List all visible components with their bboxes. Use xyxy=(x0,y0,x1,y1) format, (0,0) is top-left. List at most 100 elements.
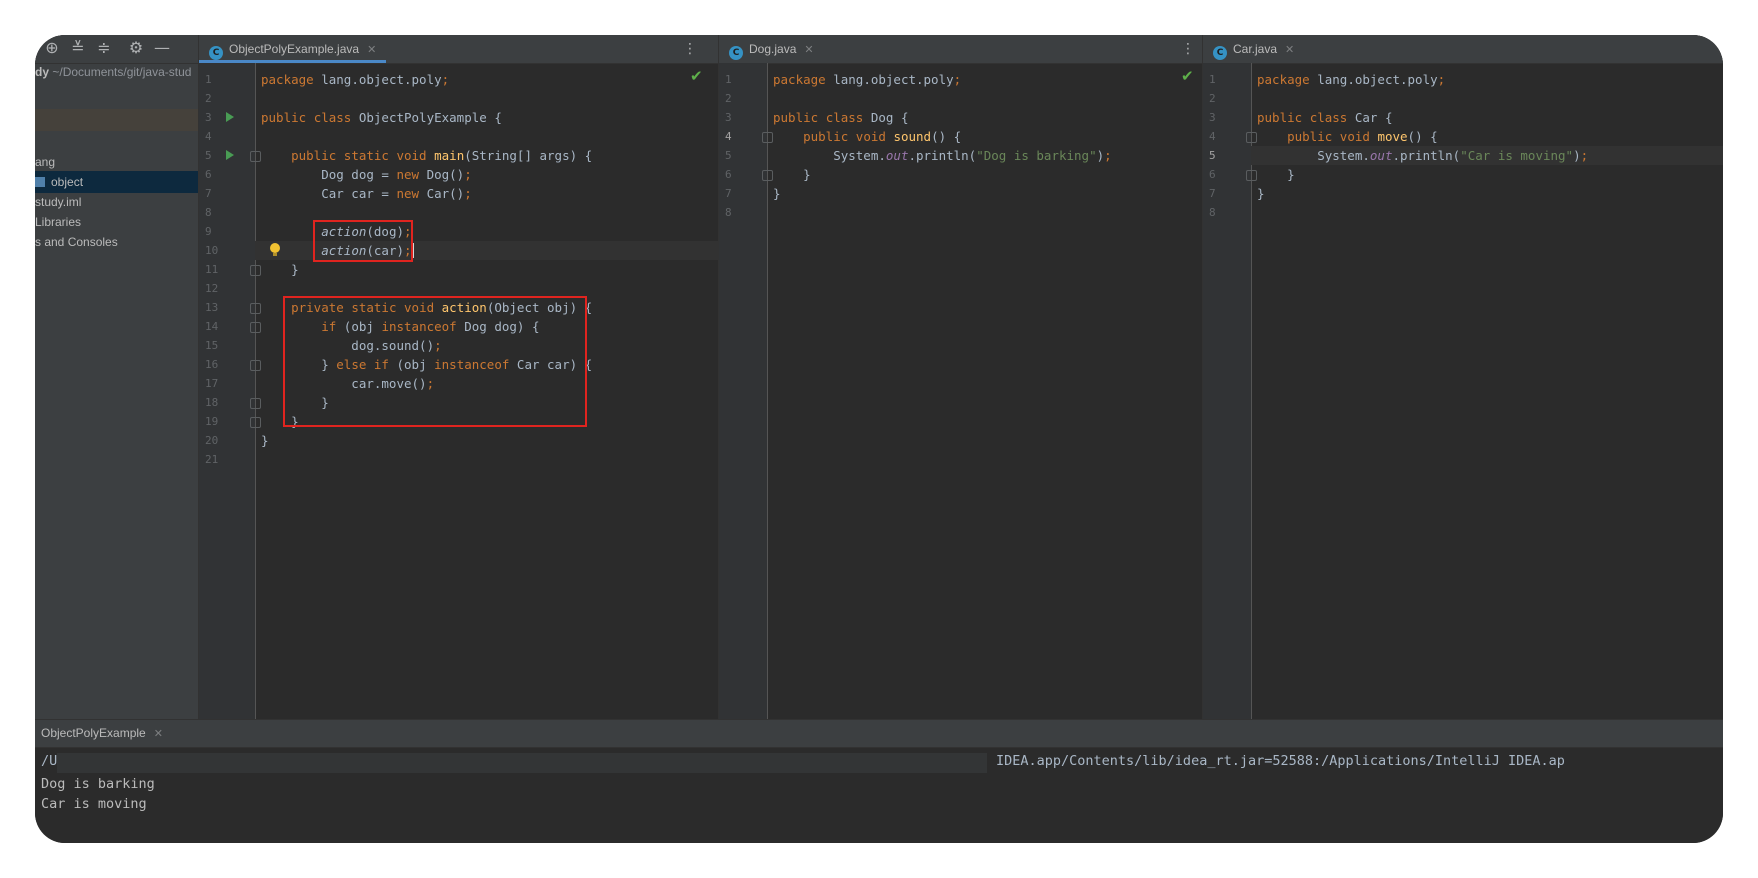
line-number: 3 xyxy=(205,111,212,124)
tab-label: ObjectPolyExample.java xyxy=(229,42,360,56)
code-line[interactable]: } xyxy=(773,184,781,203)
code-line[interactable]: public class ObjectPolyExample { xyxy=(261,108,502,127)
fold-marker-icon[interactable] xyxy=(250,398,261,409)
fold-marker-icon[interactable] xyxy=(762,132,773,143)
collapse-all-icon[interactable]: ≑ xyxy=(95,39,113,57)
close-icon[interactable]: ✕ xyxy=(804,43,813,56)
fold-marker-icon[interactable] xyxy=(250,360,261,371)
tab-objectpolyexample[interactable]: C ObjectPolyExample.java ✕ xyxy=(199,35,387,63)
code-line[interactable]: public class Dog { xyxy=(773,108,908,127)
code-line[interactable]: public class Car { xyxy=(1257,108,1392,127)
line-number: 21 xyxy=(205,453,219,466)
line-number: 14 xyxy=(205,320,219,333)
more-icon[interactable]: ⋮ xyxy=(1181,35,1195,63)
line-number: 20 xyxy=(205,434,219,447)
gear-icon[interactable]: ⚙ xyxy=(127,39,145,57)
class-icon: C xyxy=(729,46,743,60)
line-number: 6 xyxy=(1209,168,1216,181)
close-icon[interactable]: ✕ xyxy=(154,727,163,740)
code-line[interactable]: } xyxy=(261,431,269,450)
line-number: 3 xyxy=(1209,111,1216,124)
class-icon: C xyxy=(209,46,223,60)
line-number: 10 xyxy=(205,244,219,257)
expand-all-icon[interactable]: ≚ xyxy=(69,39,87,57)
tree-item-label: object xyxy=(51,175,84,189)
tab-dog[interactable]: C Dog.java ✕ xyxy=(719,35,824,63)
code-line[interactable]: System.out.println("Dog is barking"); xyxy=(773,146,1111,165)
tree-item-scratches[interactable]: s and Consoles xyxy=(35,231,118,253)
check-icon: ✔ xyxy=(690,67,703,85)
line-number: 2 xyxy=(1209,92,1216,105)
line-number: 1 xyxy=(1209,73,1216,86)
code-line[interactable]: package lang.object.poly; xyxy=(261,70,449,89)
line-number: 13 xyxy=(205,301,219,314)
more-icon[interactable]: ⋮ xyxy=(683,35,697,63)
highlight-box-method xyxy=(283,296,587,427)
fold-marker-icon[interactable] xyxy=(250,303,261,314)
run-panel: ObjectPolyExample ✕ /U IDEA.app/Contents/… xyxy=(35,719,1723,843)
tree-item-iml[interactable]: study.iml xyxy=(35,191,81,213)
line-number: 5 xyxy=(205,149,212,162)
line-number: 4 xyxy=(205,130,212,143)
fold-marker-icon[interactable] xyxy=(250,151,261,162)
line-number: 4 xyxy=(725,130,732,143)
editor-tabbar: C Dog.java ✕ ⋮ xyxy=(719,35,1203,64)
line-number: 7 xyxy=(205,187,212,200)
output-line: Dog is barking xyxy=(41,776,155,792)
fold-marker-icon[interactable] xyxy=(250,322,261,333)
project-root-path[interactable]: dy ~/Documents/git/java-stud xyxy=(35,65,198,81)
tree-item-lang[interactable]: ang xyxy=(35,151,55,173)
code-line[interactable]: public static void main(String[] args) { xyxy=(261,146,592,165)
line-number: 8 xyxy=(205,206,212,219)
run-tab[interactable]: ObjectPolyExample ✕ xyxy=(41,720,163,747)
line-number: 3 xyxy=(725,111,732,124)
line-number: 6 xyxy=(725,168,732,181)
editor-dog: C Dog.java ✕ ⋮ ✔ 1 package lang.object.poly… xyxy=(718,35,1203,719)
editor-tabbar: C ObjectPolyExample.java ✕ ⋮ xyxy=(199,35,719,64)
lightbulb-icon[interactable] xyxy=(270,243,280,256)
editor-car: C Car.java ✕ 1 package lang.object.poly; 2 3 p… xyxy=(1202,35,1723,719)
line-number: 16 xyxy=(205,358,219,371)
code-line[interactable]: } xyxy=(1257,165,1295,184)
tab-car[interactable]: C Car.java ✕ xyxy=(1203,35,1304,63)
close-icon[interactable]: ✕ xyxy=(1285,43,1294,56)
code-line[interactable]: } xyxy=(773,165,811,184)
fold-marker-icon[interactable] xyxy=(762,170,773,181)
tree-item-object[interactable]: object xyxy=(35,171,198,193)
fold-marker-icon[interactable] xyxy=(1246,132,1257,143)
code-line[interactable]: } xyxy=(261,260,299,279)
minimize-icon[interactable]: — xyxy=(153,39,171,57)
code-line[interactable]: Car car = new Car(); xyxy=(261,184,472,203)
code-line[interactable]: public void sound() { xyxy=(773,127,961,146)
line-number: 4 xyxy=(1209,130,1216,143)
code-line[interactable]: Dog dog = new Dog(); xyxy=(261,165,472,184)
tab-label: Dog.java xyxy=(749,42,797,56)
line-number: 5 xyxy=(1209,149,1216,162)
line-number: 6 xyxy=(205,168,212,181)
target-icon[interactable]: ⊕ xyxy=(43,39,61,57)
line-number: 5 xyxy=(725,149,732,162)
fold-marker-icon[interactable] xyxy=(250,265,261,276)
code-line[interactable]: public void move() { xyxy=(1257,127,1438,146)
line-number: 12 xyxy=(205,282,219,295)
tab-label: Car.java xyxy=(1233,42,1278,56)
run-gutter-icon[interactable] xyxy=(226,150,234,160)
line-number: 2 xyxy=(725,92,732,105)
line-number: 2 xyxy=(205,92,212,105)
highlight-box-calls xyxy=(313,220,413,262)
code-line[interactable]: package lang.object.poly; xyxy=(1257,70,1445,89)
line-number: 9 xyxy=(205,225,212,238)
fold-marker-icon[interactable] xyxy=(250,417,261,428)
fold-marker-icon[interactable] xyxy=(1246,170,1257,181)
run-gutter-icon[interactable] xyxy=(226,112,234,122)
project-path: ~/Documents/git/java-stud xyxy=(49,65,192,79)
tree-item-libraries[interactable]: Libraries xyxy=(35,211,81,233)
close-icon[interactable]: ✕ xyxy=(367,43,376,56)
selected-tree-row[interactable] xyxy=(35,109,198,131)
editor-objectpolyexample: C ObjectPolyExample.java ✕ ⋮ ✔ 1 package la… xyxy=(198,35,719,719)
line-number: 7 xyxy=(1209,187,1216,200)
code-line[interactable]: } xyxy=(1257,184,1265,203)
code-line[interactable]: package lang.object.poly; xyxy=(773,70,961,89)
command-start: /U xyxy=(41,753,58,769)
code-line[interactable]: System.out.println("Car is moving"); xyxy=(1257,146,1588,165)
